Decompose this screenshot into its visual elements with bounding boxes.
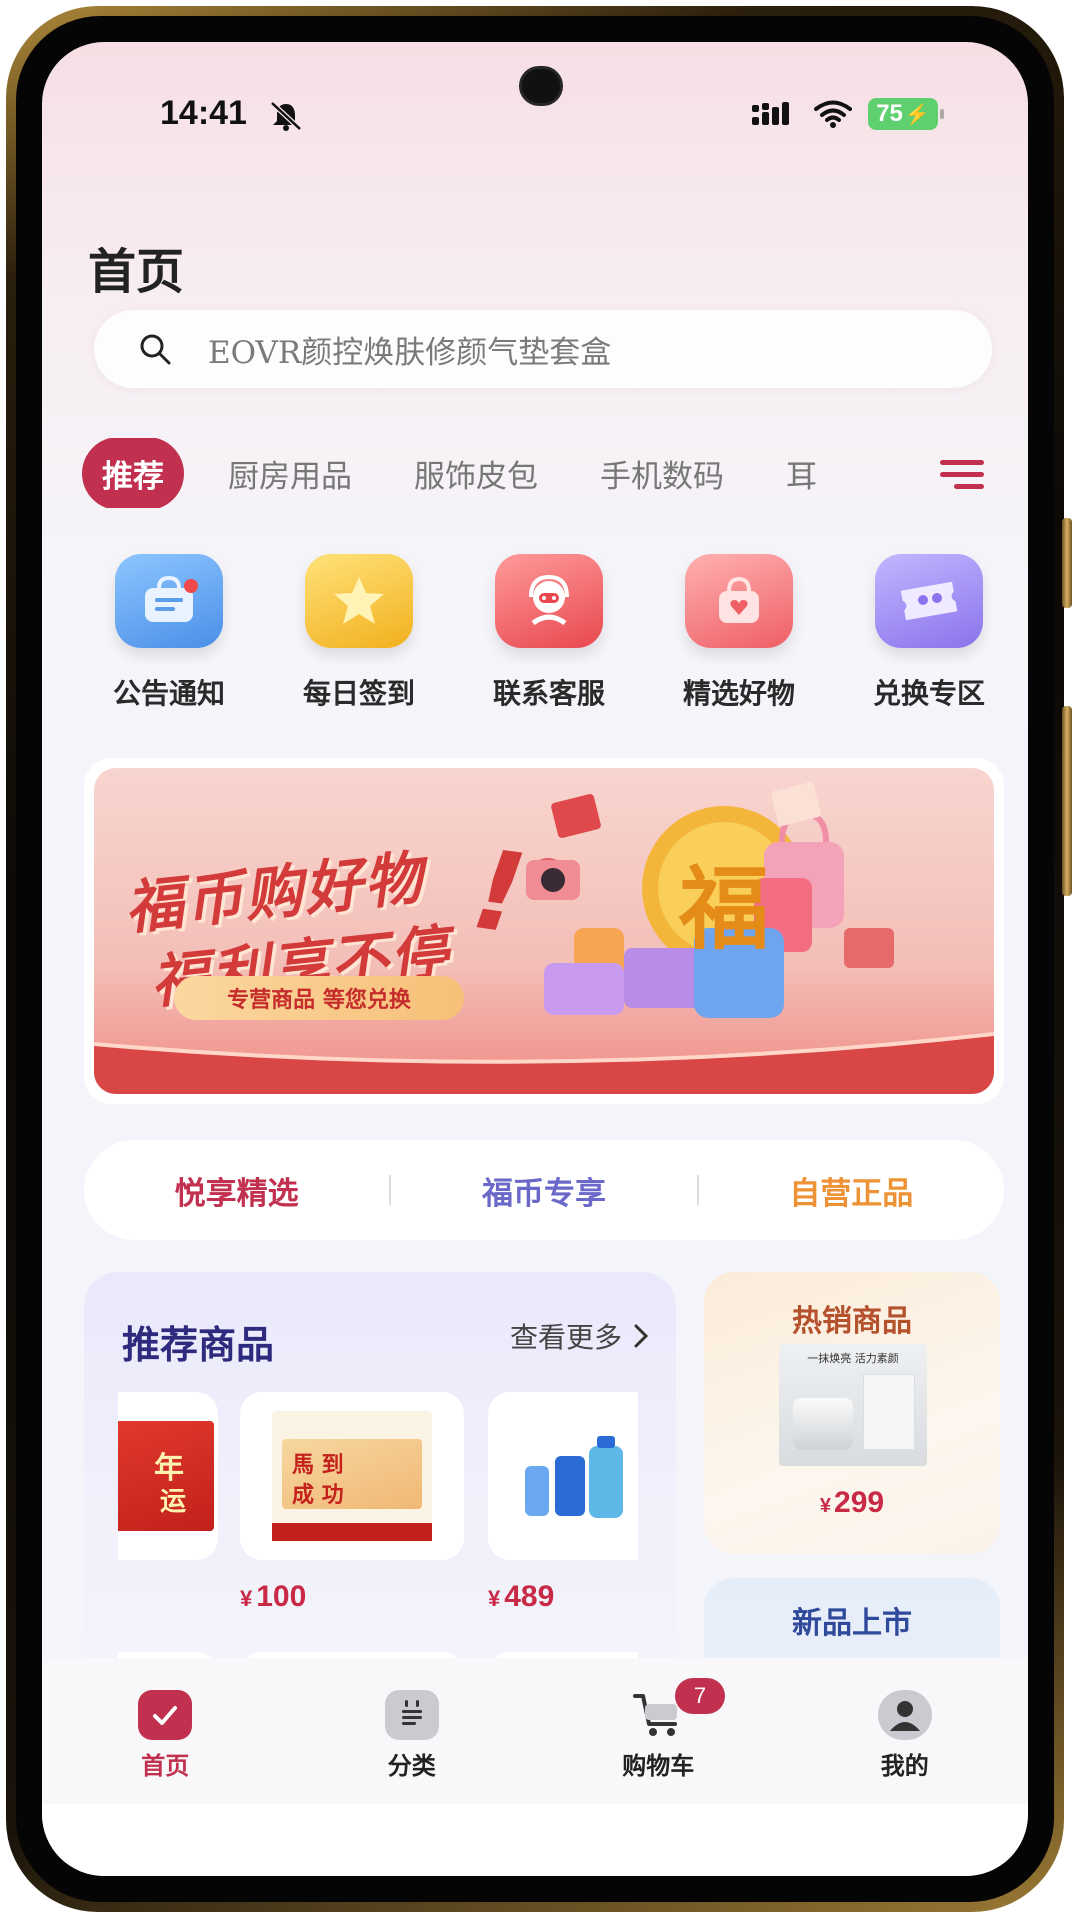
tab-kitchen[interactable]: 厨房用品 bbox=[228, 451, 352, 496]
nav-cart[interactable]: 购物车 7 bbox=[535, 1658, 782, 1804]
product-price: ¥489 bbox=[488, 1580, 555, 1613]
home-icon bbox=[138, 1690, 193, 1740]
shortcut-label: 联系客服 bbox=[492, 677, 605, 710]
search-icon bbox=[140, 334, 171, 365]
hot-products-title: 热销商品 bbox=[792, 1304, 912, 1339]
status-icons: 75 ⚡ bbox=[752, 98, 944, 130]
front-camera bbox=[519, 66, 563, 106]
hot-product-image: 一抹焕亮 活力素颜 bbox=[779, 1344, 927, 1466]
star-icon bbox=[305, 554, 413, 648]
charging-icon: ⚡ bbox=[904, 103, 930, 126]
nav-profile[interactable]: 我的 bbox=[782, 1658, 1029, 1804]
device-bezel: 14:41 75 ⚡ 首页 EOVR颜控焕肤修颜气垫套盒 推荐 厨房用品 服饰皮… bbox=[16, 16, 1054, 1902]
battery-level: 75 bbox=[876, 100, 903, 127]
product-card[interactable]: 年 运 0 bbox=[118, 1392, 218, 1614]
muted-bell-icon bbox=[270, 101, 302, 131]
tag-ziying[interactable]: 自营正品 bbox=[699, 1168, 1004, 1213]
product-price: 0 bbox=[118, 1580, 218, 1614]
volume-button bbox=[1062, 518, 1072, 608]
nav-label: 我的 bbox=[880, 1752, 929, 1780]
nav-label: 购物车 bbox=[622, 1752, 695, 1780]
cart-count-badge: 7 bbox=[675, 1678, 725, 1714]
screen: 14:41 75 ⚡ 首页 EOVR颜控焕肤修颜气垫套盒 推荐 厨房用品 服饰皮… bbox=[42, 42, 1028, 1876]
category-menu-icon[interactable] bbox=[940, 460, 984, 490]
nav-label: 首页 bbox=[141, 1752, 190, 1780]
shortcut-label: 兑换专区 bbox=[872, 677, 985, 710]
shortcut-checkin[interactable]: 每日签到 bbox=[264, 554, 454, 712]
shortcut-featured[interactable]: 精选好物 bbox=[644, 554, 834, 712]
wifi-icon bbox=[814, 100, 852, 128]
nav-label: 分类 bbox=[387, 1752, 436, 1780]
battery-indicator: 75 ⚡ bbox=[868, 98, 944, 130]
shortcut-label: 精选好物 bbox=[682, 677, 795, 710]
product-image: 馬 到 成 功 bbox=[240, 1392, 464, 1560]
tab-more-partial[interactable]: 耳 bbox=[786, 451, 817, 496]
banner-image: 福币购好物 福利享不停 ! 专营商品 等您兑换 福 bbox=[94, 768, 994, 1094]
customer-service-icon bbox=[495, 554, 603, 648]
power-button bbox=[1062, 706, 1072, 896]
product-price: ¥100 bbox=[240, 1580, 307, 1613]
new-arrivals-title: 新品上市 bbox=[792, 1606, 912, 1641]
device-frame: 14:41 75 ⚡ 首页 EOVR颜控焕肤修颜气垫套盒 推荐 厨房用品 服饰皮… bbox=[6, 6, 1072, 1912]
tab-recommended[interactable]: 推荐 bbox=[82, 438, 184, 508]
shortcut-service[interactable]: 联系客服 bbox=[454, 554, 644, 712]
bottom-navigation: 首页 分类 购物车 7 我的 bbox=[42, 1658, 1028, 1804]
notice-bag-icon bbox=[115, 554, 223, 648]
promo-banner[interactable]: 福币购好物 福利享不停 ! 专营商品 等您兑换 福 bbox=[84, 758, 1004, 1104]
nav-category[interactable]: 分类 bbox=[289, 1658, 536, 1804]
recommended-carousel[interactable]: 年 运 0 馬 到 成 功 bbox=[118, 1392, 638, 1692]
search-bar[interactable]: EOVR颜控焕肤修颜气垫套盒 bbox=[94, 310, 992, 388]
product-image: 年 运 bbox=[118, 1392, 218, 1560]
view-more-label: 查看更多 bbox=[509, 1321, 622, 1354]
shortcut-row: 公告通知 每日签到 联系客服 精选好物 兑换专区 bbox=[74, 554, 1024, 712]
hot-product-caption: 一抹焕亮 活力素颜 bbox=[807, 1352, 899, 1365]
tag-fubi[interactable]: 福币专享 bbox=[391, 1168, 696, 1213]
tab-apparel[interactable]: 服饰皮包 bbox=[414, 451, 538, 496]
home-indicator-area bbox=[42, 1804, 1028, 1876]
product-card[interactable]: 馬 到 成 功 ¥100 bbox=[240, 1392, 464, 1614]
profile-icon bbox=[877, 1690, 932, 1740]
nav-home[interactable]: 首页 bbox=[42, 1658, 289, 1804]
hot-products-card[interactable]: 热销商品 一抹焕亮 活力素颜 ¥299 bbox=[704, 1272, 1000, 1554]
search-placeholder: EOVR颜控焕肤修颜气垫套盒 bbox=[208, 334, 612, 371]
chevron-right-icon bbox=[634, 1324, 649, 1348]
hot-product-price: ¥299 bbox=[819, 1486, 885, 1519]
shortcut-label: 每日签到 bbox=[302, 677, 415, 710]
page-title: 首页 bbox=[88, 244, 185, 300]
signal-icon bbox=[752, 102, 789, 125]
product-image bbox=[488, 1392, 638, 1560]
tag-yuexiang[interactable]: 悦享精选 bbox=[84, 1168, 389, 1213]
category-tabs: 推荐 厨房用品 服饰皮包 手机数码 耳 bbox=[82, 438, 962, 508]
recommended-title: 推荐商品 bbox=[122, 1323, 275, 1367]
status-time: 14:41 bbox=[160, 94, 247, 132]
shortcut-exchange[interactable]: 兑换专区 bbox=[834, 554, 1024, 712]
feature-tags-bar: 悦享精选 福币专享 自营正品 bbox=[84, 1140, 1004, 1240]
shopping-bag-icon bbox=[685, 554, 793, 648]
view-more-link[interactable]: 查看更多 bbox=[510, 1316, 650, 1356]
product-card[interactable]: ¥489 bbox=[488, 1392, 638, 1614]
tab-digital[interactable]: 手机数码 bbox=[600, 451, 724, 496]
category-icon bbox=[384, 1690, 439, 1740]
recommended-section: 推荐商品 查看更多 年 运 馬 到 成 功 ¥ 100 ¥ 489 bbox=[84, 1272, 676, 1692]
banner-coin-text: 福 bbox=[679, 857, 769, 962]
shortcut-notice[interactable]: 公告通知 bbox=[74, 554, 264, 712]
shortcut-label: 公告通知 bbox=[112, 677, 225, 710]
ticket-icon bbox=[875, 554, 983, 648]
